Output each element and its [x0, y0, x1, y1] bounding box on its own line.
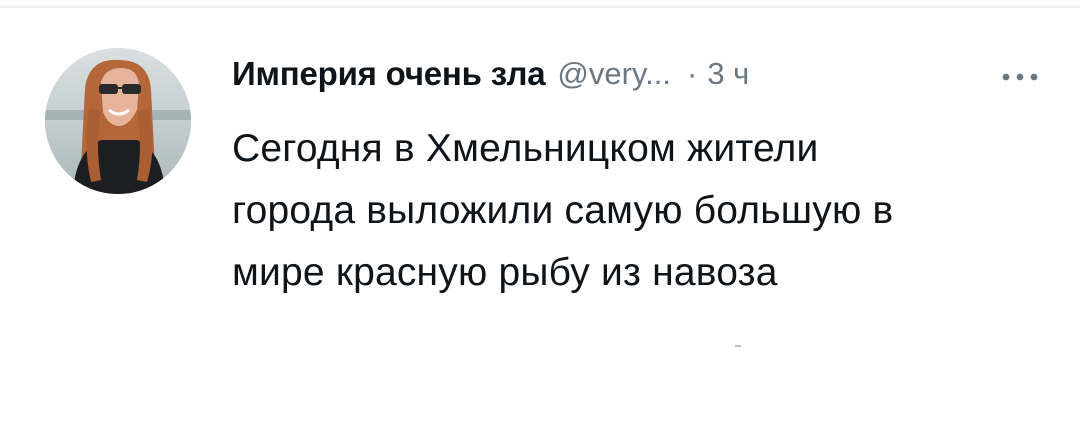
tweet-text-line: города выложили самую большую в — [232, 189, 894, 232]
avatar[interactable] — [45, 48, 191, 194]
tweet-timestamp[interactable]: 3 ч — [707, 56, 749, 92]
avatar-photo — [45, 48, 191, 194]
tweet-text-line: Сегодня в Хмельницком жители — [232, 127, 819, 170]
tweet-text: Сегодня в Хмельницком жители города выло… — [232, 118, 1052, 304]
author-handle[interactable]: @very... — [557, 56, 671, 92]
tweet-text-line: мире красную рыбу из навоза — [232, 251, 778, 294]
tweet[interactable]: Империя очень зла @very... · 3 ч Сегодня… — [0, 0, 1080, 426]
speck — [735, 345, 741, 347]
more-options-button[interactable] — [996, 62, 1044, 92]
tweet-header: Империя очень зла @very... · 3 ч — [232, 52, 749, 96]
separator-dot: · — [686, 56, 698, 91]
more-dots-icon — [1002, 73, 1038, 81]
author-display-name[interactable]: Империя очень зла — [232, 55, 546, 93]
